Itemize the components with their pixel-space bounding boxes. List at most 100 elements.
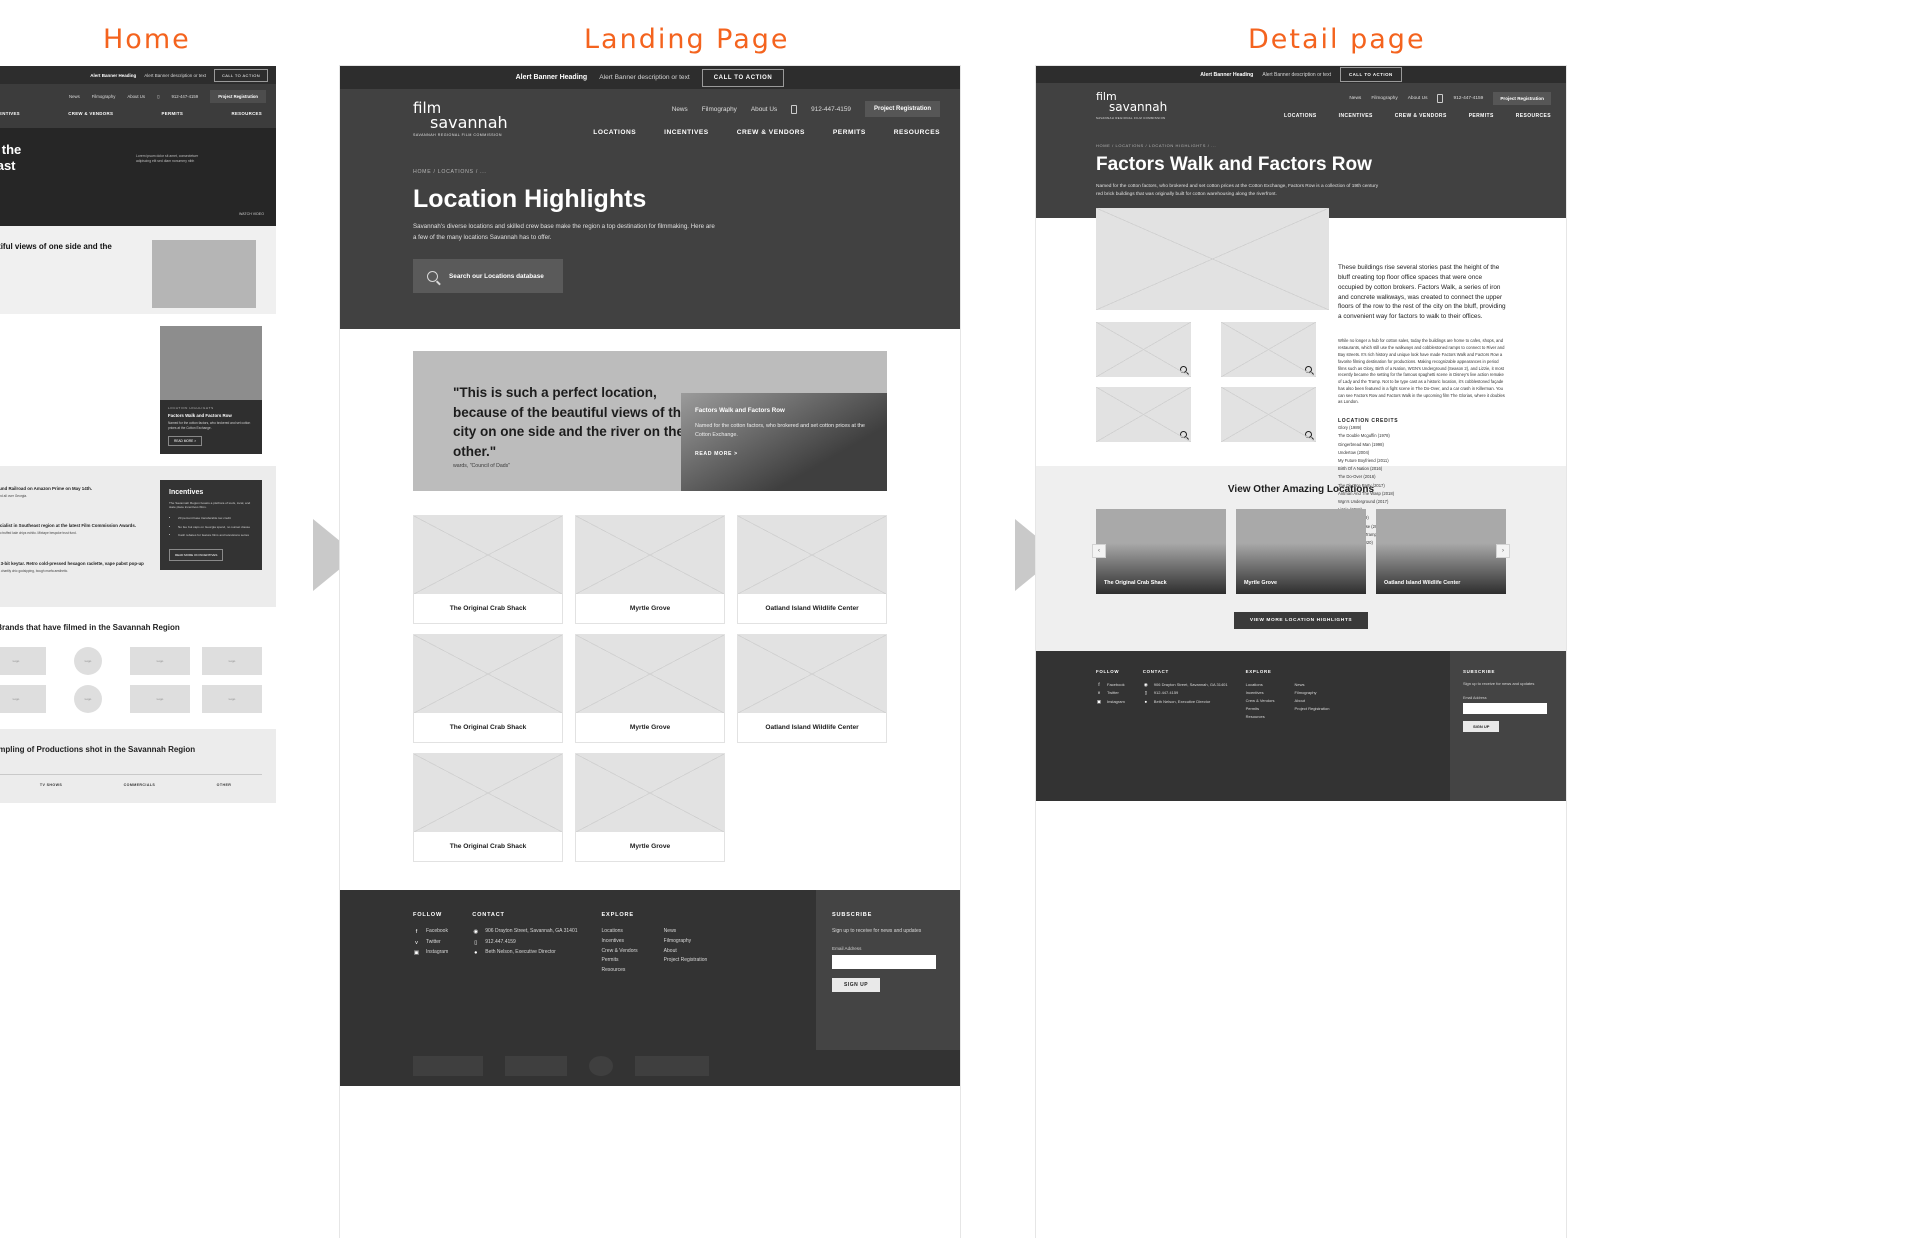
news-item-read-more[interactable]: READ MORE >: [0, 426, 150, 430]
social-link[interactable]: f Facebook: [1096, 681, 1125, 690]
nav-item-locations[interactable]: LOCATIONS: [593, 129, 636, 136]
nav-item-crew-vendors[interactable]: CREW & VENDORS: [737, 129, 805, 136]
nav-phone[interactable]: 912-447-4159: [1453, 96, 1483, 101]
landing-feature-card[interactable]: Factors Walk and Factors Row Named for t…: [681, 393, 887, 492]
nav-about-us[interactable]: About Us: [751, 106, 777, 113]
press-item[interactable]: NEWS & PRESS RELEASE Production starts o…: [0, 555, 150, 582]
press-item-read-more[interactable]: READ MORE >: [0, 540, 150, 544]
contact-phone[interactable]: ▯ 912.447.4159: [1143, 689, 1228, 698]
nav-filmography[interactable]: Filmography: [92, 94, 116, 99]
footer-link-locations[interactable]: Locations: [1246, 681, 1275, 689]
press-item-read-more[interactable]: READ MORE >: [0, 502, 150, 506]
detail-thumbnail[interactable]: [1221, 386, 1316, 442]
nav-filmography[interactable]: Filmography: [1371, 96, 1397, 101]
search-locations-button[interactable]: Search our Locations database: [413, 259, 563, 294]
breadcrumb[interactable]: HOME / LOCATIONS / LOCATION HIGHLIGHTS /…: [1096, 143, 1506, 148]
press-item-read-more[interactable]: READ MORE >: [0, 578, 150, 582]
signup-button[interactable]: SIGN UP: [1463, 721, 1500, 733]
nav-item-crew-vendors[interactable]: CREW & VENDORS: [1395, 113, 1447, 119]
detail-main-image[interactable]: [1096, 207, 1329, 310]
footer-link-about[interactable]: About: [1295, 697, 1330, 705]
footer-link-resources[interactable]: Resources: [1246, 713, 1275, 721]
feature-card-read-more[interactable]: READ MORE >: [695, 451, 873, 457]
project-registration-button[interactable]: Project Registration: [864, 101, 940, 117]
watch-video-button[interactable]: WATCH VIDEO: [239, 212, 264, 216]
nav-item-resources[interactable]: RESOURCES: [1516, 113, 1551, 119]
footer-link-crew-vendors[interactable]: Crew & Vendors: [1246, 697, 1275, 705]
footer-link-registration[interactable]: Project Registration: [664, 956, 708, 966]
detail-thumbnail[interactable]: [1221, 321, 1316, 377]
carousel-card[interactable]: Myrtle Grove: [1236, 508, 1366, 594]
footer-link-news[interactable]: News: [664, 927, 708, 937]
footer-link-filmography[interactable]: Filmography: [664, 937, 708, 947]
nav-item-incentives[interactable]: INCENTIVES: [664, 129, 709, 136]
footer-link-locations[interactable]: Locations: [602, 927, 638, 937]
home-feature-card[interactable]: LOCATION HIGHLIGHTS Factors Walk and Fac…: [160, 326, 262, 454]
news-item-read-more[interactable]: READ MORE >: [0, 372, 150, 376]
nav-item-permits[interactable]: PERMITS: [162, 111, 184, 116]
carousel-card[interactable]: The Original Crab Shack: [1096, 508, 1226, 594]
footer-link-news[interactable]: News: [1295, 681, 1330, 689]
alert-cta-button[interactable]: CALL TO ACTION: [701, 68, 785, 87]
nav-item-resources[interactable]: RESOURCES: [231, 111, 262, 116]
nav-item-crew-vendors[interactable]: CREW & VENDORS: [68, 111, 113, 116]
nav-news[interactable]: News: [69, 94, 80, 99]
location-card[interactable]: Myrtle Grove: [575, 634, 725, 744]
alert-cta-button[interactable]: CALL TO ACTION: [1339, 67, 1402, 82]
nav-item-resources[interactable]: RESOURCES: [894, 129, 940, 136]
footer-link-incentives[interactable]: Incentives: [602, 937, 638, 947]
location-card[interactable]: Myrtle Grove: [575, 753, 725, 863]
email-field[interactable]: [1463, 703, 1547, 715]
project-registration-button[interactable]: Project Registration: [210, 90, 266, 103]
social-link[interactable]: ▣ Instagram: [1096, 698, 1125, 707]
nav-item-incentives[interactable]: INCENTIVES: [0, 111, 20, 116]
location-card[interactable]: Oatland Island Wildlife Center: [737, 634, 887, 744]
nav-filmography[interactable]: Filmography: [702, 106, 737, 113]
nav-news[interactable]: News: [672, 106, 688, 113]
nav-item-locations[interactable]: LOCATIONS: [1284, 113, 1317, 119]
location-card[interactable]: The Original Crab Shack: [413, 634, 563, 744]
carousel-next-button[interactable]: ›: [1496, 544, 1510, 559]
site-logo[interactable]: film savannah SAVANNAH REGIONAL FILM COM…: [413, 100, 508, 137]
signup-button[interactable]: SIGN UP: [832, 978, 881, 993]
feature-card-cta[interactable]: READ MORE >: [168, 435, 203, 446]
social-link[interactable]: ᴠ Twitter: [413, 938, 448, 948]
press-item[interactable]: NEWS & PRESS RELEASE Don't miss the prem…: [0, 480, 150, 507]
breadcrumb[interactable]: HOME / LOCATIONS / ...: [413, 169, 887, 175]
site-logo[interactable]: film savannah SAVANNAH REGIONAL FILM COM…: [1096, 91, 1167, 120]
footer-link-crew-vendors[interactable]: Crew & Vendors: [602, 947, 638, 957]
tab-commercials[interactable]: COMMERCIALS: [124, 783, 156, 787]
press-item[interactable]: NEWS & PRESS RELEASE Katie Schack awarde…: [0, 517, 150, 544]
social-link[interactable]: ᴠ Twitter: [1096, 689, 1125, 698]
location-card[interactable]: The Original Crab Shack: [413, 515, 563, 625]
social-link[interactable]: f Facebook: [413, 927, 448, 937]
footer-link-resources[interactable]: Resources: [602, 966, 638, 976]
alert-cta-button[interactable]: CALL TO ACTION: [214, 68, 268, 82]
nav-about-us[interactable]: About Us: [1408, 96, 1428, 101]
news-item[interactable]: Lane Site Bell VIP Start date June 8th, …: [0, 326, 150, 376]
tab-tv-shows[interactable]: TV SHOWS: [40, 783, 62, 787]
location-card[interactable]: Myrtle Grove: [575, 515, 725, 625]
detail-thumbnail[interactable]: [1096, 386, 1191, 442]
incentives-cta-button[interactable]: READ MORE ON INCENTIVES: [169, 548, 224, 561]
email-field[interactable]: [832, 955, 936, 970]
location-card[interactable]: Oatland Island Wildlife Center: [737, 515, 887, 625]
footer-link-incentives[interactable]: Incentives: [1246, 689, 1275, 697]
footer-link-registration[interactable]: Project Registration: [1295, 705, 1330, 713]
nav-about-us[interactable]: About Us: [127, 94, 145, 99]
nav-phone[interactable]: 912-447-4159: [171, 94, 198, 99]
footer-link-permits[interactable]: Permits: [602, 956, 638, 966]
nav-phone[interactable]: 912-447-4159: [811, 106, 851, 113]
footer-link-filmography[interactable]: Filmography: [1295, 689, 1330, 697]
nav-news[interactable]: News: [1349, 96, 1361, 101]
social-link[interactable]: ▣ Instagram: [413, 948, 448, 958]
nav-item-permits[interactable]: PERMITS: [833, 129, 866, 136]
news-item[interactable]: Marvellous Ms. Maisel | Season 6 VIP Sta…: [0, 386, 150, 430]
project-registration-button[interactable]: Project Registration: [1493, 92, 1551, 105]
carousel-card[interactable]: Oatland Island Wildlife Center: [1376, 508, 1506, 594]
footer-link-about[interactable]: About: [664, 947, 708, 957]
nav-item-incentives[interactable]: INCENTIVES: [1339, 113, 1373, 119]
tab-other[interactable]: OTHER: [217, 783, 232, 787]
view-more-locations-button[interactable]: VIEW MORE LOCATION HIGHLIGHTS: [1233, 611, 1369, 629]
location-card[interactable]: The Original Crab Shack: [413, 753, 563, 863]
